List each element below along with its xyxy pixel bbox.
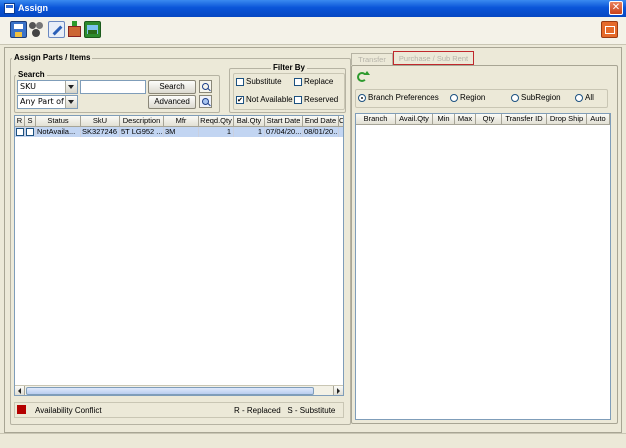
reserved-label: Reserved — [304, 95, 339, 104]
match-type-select[interactable]: Any Part of ... — [17, 95, 78, 109]
radio-subregion[interactable] — [511, 94, 519, 102]
col-bal-qty[interactable]: Bal.Qty — [234, 116, 265, 127]
legend-key: R - Replaced S - Substitute — [234, 406, 336, 415]
not-available-label: Not Available — [246, 95, 293, 104]
col-qty[interactable]: Qty — [476, 114, 502, 125]
conflict-swatch — [17, 405, 26, 414]
col-s[interactable]: S — [25, 116, 36, 127]
edit-icon[interactable] — [48, 21, 65, 38]
lookup-icon[interactable] — [199, 80, 212, 93]
not-available-checkbox[interactable]: ✔ — [236, 96, 244, 104]
substitute-label: Substitute — [246, 77, 282, 86]
chevron-down-icon[interactable] — [65, 96, 77, 108]
radio-region[interactable] — [450, 94, 458, 102]
parts-table-header: R S Status SkU Description Mfr Reqd.Qty … — [15, 116, 343, 127]
col-auto[interactable]: Auto — [587, 114, 610, 125]
replace-label: Replace — [304, 77, 334, 86]
toolbar — [0, 17, 626, 45]
branch-table-header: Branch Avail.Qty Min Max Qty Transfer ID… — [356, 114, 610, 125]
col-description[interactable]: Description — [120, 116, 164, 127]
scroll-thumb[interactable] — [26, 387, 314, 395]
search-button[interactable]: Search — [148, 80, 196, 94]
col-transfer-id[interactable]: Transfer ID — [502, 114, 547, 125]
col-drop-ship[interactable]: Drop Ship — [547, 114, 587, 125]
scroll-left-icon[interactable] — [15, 386, 25, 395]
tab-purchase-sub-rent[interactable]: Purchase / Sub Rent — [393, 51, 474, 65]
group-icon[interactable] — [28, 21, 45, 38]
radio-branch-preferences[interactable] — [358, 94, 366, 102]
col-mfr[interactable]: Mfr — [164, 116, 199, 127]
row-status: NotAvaila... — [36, 127, 81, 137]
scroll-right-icon[interactable] — [333, 386, 343, 395]
search-field-select[interactable]: SKU — [17, 80, 78, 94]
col-status[interactable]: Status — [36, 116, 81, 127]
col-branch[interactable]: Branch — [356, 114, 396, 125]
row-r-cell[interactable] — [15, 127, 25, 137]
add-item-icon[interactable] — [66, 21, 83, 38]
status-bar — [0, 433, 626, 448]
row-r-checkbox[interactable] — [16, 128, 24, 136]
refresh-icon[interactable] — [356, 71, 370, 85]
reserved-checkbox[interactable] — [294, 96, 302, 104]
row-mfr: 3M — [164, 127, 199, 137]
col-avail-qty[interactable]: Avail.Qty — [396, 114, 433, 125]
app-icon — [4, 3, 15, 14]
row-start-date: 07/04/20... — [266, 127, 303, 137]
window-title: Assign — [18, 3, 49, 13]
title-bar: Assign ✕ — [0, 0, 626, 17]
radio-branch-preferences-label: Branch Preferences — [368, 93, 439, 102]
assign-parts-title: Assign Parts / Items — [12, 53, 93, 62]
row-description: 5T LG952 ... — [121, 127, 164, 137]
col-r[interactable]: R — [15, 116, 25, 127]
radio-region-label: Region — [460, 93, 486, 102]
radio-subregion-label: SubRegion — [521, 93, 561, 102]
close-button[interactable]: ✕ — [609, 1, 623, 15]
horizontal-scrollbar[interactable] — [15, 385, 343, 395]
substitute-checkbox[interactable] — [236, 78, 244, 86]
search-field-value: SKU — [20, 82, 36, 91]
exit-icon[interactable] — [601, 21, 618, 38]
image-chart-icon[interactable] — [84, 21, 101, 38]
radio-all[interactable] — [575, 94, 583, 102]
col-reqd-qty[interactable]: Reqd.Qty — [199, 116, 234, 127]
save-icon[interactable] — [10, 21, 27, 38]
search-input[interactable] — [80, 80, 146, 94]
parts-table[interactable]: R S Status SkU Description Mfr Reqd.Qty … — [14, 115, 344, 396]
filter-title: Filter By — [271, 63, 308, 72]
col-start-date[interactable]: Start Date — [265, 116, 303, 127]
advanced-button[interactable]: Advanced — [148, 95, 196, 109]
conflict-label: Availability Conflict — [35, 406, 102, 415]
branch-table[interactable]: Branch Avail.Qty Min Max Qty Transfer ID… — [355, 113, 611, 420]
row-sku: SK327246 — [81, 127, 120, 137]
col-max[interactable]: Max — [455, 114, 476, 125]
chevron-down-icon[interactable] — [65, 81, 77, 93]
table-row[interactable]: NotAvaila... SK327246 5T LG952 ... 3M 1 … — [15, 127, 343, 137]
col-min[interactable]: Min — [433, 114, 455, 125]
row-s-cell[interactable] — [25, 127, 36, 137]
col-c[interactable]: C — [339, 116, 343, 127]
replace-checkbox[interactable] — [294, 78, 302, 86]
col-sku[interactable]: SkU — [81, 116, 120, 127]
search-title: Search — [16, 70, 47, 79]
row-reqd-qty: 1 — [199, 127, 234, 137]
row-end-date: 08/01/20... — [304, 127, 339, 137]
col-end-date[interactable]: End Date — [303, 116, 339, 127]
row-s-checkbox[interactable] — [26, 128, 34, 136]
advanced-search-icon[interactable] — [199, 95, 212, 108]
tab-transfer[interactable]: Transfer — [351, 53, 393, 65]
radio-all-label: All — [585, 93, 594, 102]
row-bal-qty: 1 — [234, 127, 265, 137]
